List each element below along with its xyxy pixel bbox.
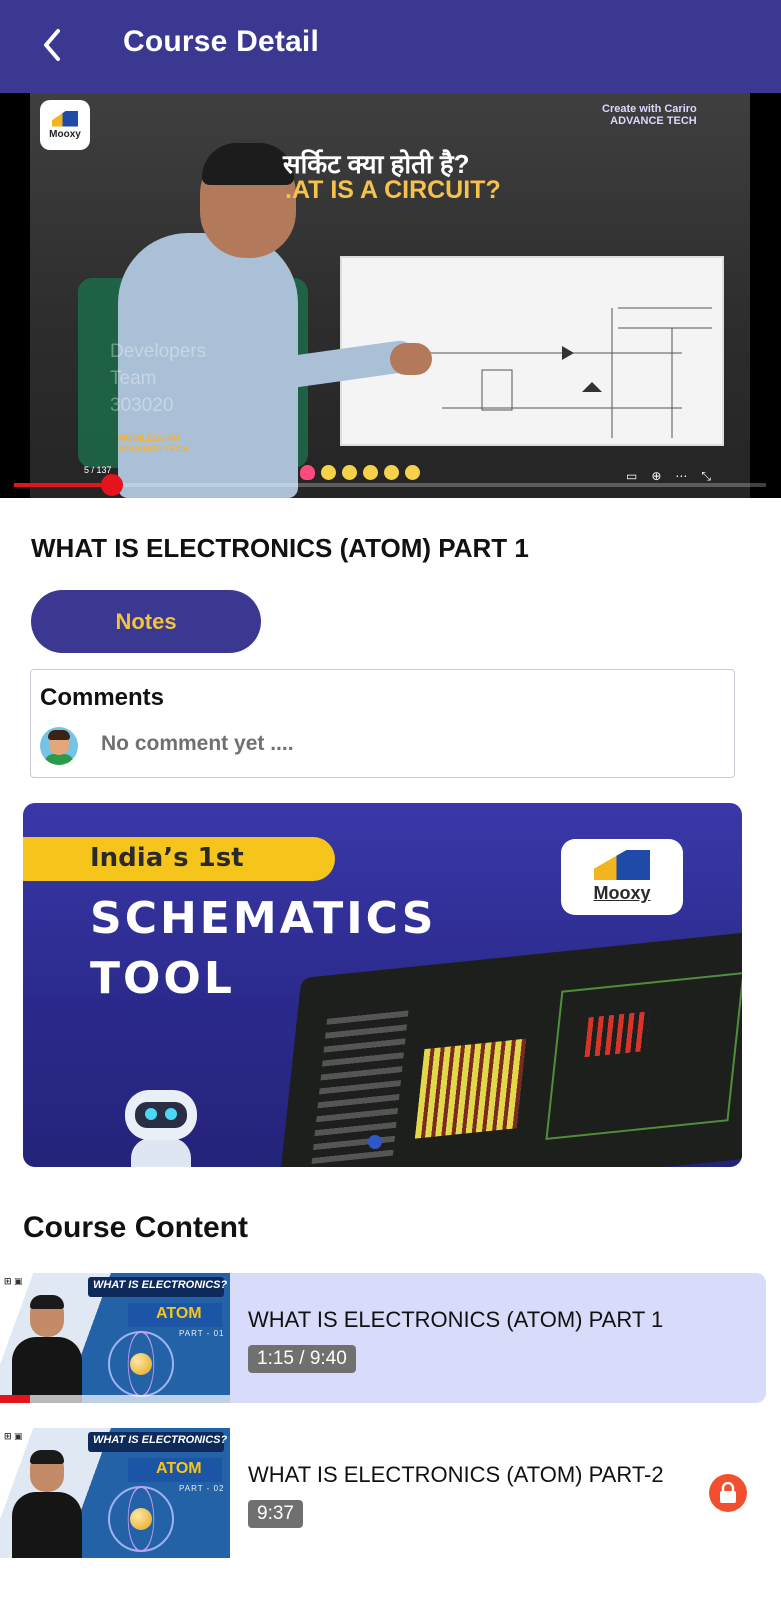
zoom-icon[interactable]: ⊕ <box>651 469 661 484</box>
brand-bottom-watermark: MOBILEGURU ADVANCE TECH <box>118 433 189 455</box>
comment-input-placeholder[interactable]: No comment yet .... <box>101 732 294 756</box>
laugh-reaction-icon[interactable] <box>405 465 420 480</box>
video-player[interactable]: सर्किट क्या होती है? .AT IS A CIRCUIT? M… <box>0 93 781 498</box>
watched-progress-bar <box>0 1395 30 1403</box>
captions-icon[interactable]: ▭ <box>626 469 637 484</box>
mooxy-badge-label: Mooxy <box>49 128 81 140</box>
mooxy-badge: Mooxy <box>40 100 90 150</box>
presenter-hand <box>390 343 432 375</box>
brand-top-watermark: Create with Cariro ADVANCE TECH <box>602 103 697 127</box>
clap-reaction-icon[interactable] <box>342 465 357 480</box>
course-content-title: Course Content <box>23 1211 248 1244</box>
app-header: Course Detail <box>0 0 781 93</box>
video-progress-fill <box>14 483 112 487</box>
banner-pill-text: India’s 1st <box>90 843 244 873</box>
brand-bottom-line2: ADVANCE TECH <box>118 444 189 454</box>
comments-title: Comments <box>40 684 165 711</box>
thumbnail-atom-label: ATOM <box>156 1460 202 1477</box>
lesson-thumbnail: ⊞ ▣ WHAT IS ELECTRONICS? ATOM PART - 02 <box>0 1428 230 1558</box>
thumbnail-heading: WHAT IS ELECTRONICS? <box>93 1434 228 1446</box>
banner-logo: Mooxy <box>561 839 683 915</box>
video-progress-knob[interactable] <box>101 474 123 496</box>
brand-bottom-line1: MOBILEGURU <box>118 433 180 443</box>
page-title: Course Detail <box>123 25 319 58</box>
thumbnail-part-label: PART - 01 <box>179 1329 225 1338</box>
thumbnail-logos-icon: ⊞ ▣ <box>4 1431 23 1441</box>
duration-badge: 9:37 <box>248 1500 303 1528</box>
player-controls: ▭ ⊕ ⋯ ⤡ <box>626 469 711 484</box>
thumbs-up-reaction-icon[interactable] <box>321 465 336 480</box>
mooxy-logo-icon <box>52 110 78 127</box>
lesson-thumbnail: ⊞ ▣ WHAT IS ELECTRONICS? ATOM PART - 01 <box>0 1273 230 1403</box>
instructor-image <box>12 1448 82 1558</box>
video-progress-track[interactable] <box>14 483 766 487</box>
carousel-indicator-dot[interactable] <box>368 1135 382 1149</box>
chevron-left-icon <box>44 29 60 61</box>
slide-counter: 5 / 137 <box>84 465 112 475</box>
duration-badge: 1:15 / 9:40 <box>248 1345 356 1373</box>
watermark-line2: Team <box>110 368 157 389</box>
presenter-hair <box>202 143 294 185</box>
thumbnail-atom-label: ATOM <box>156 1305 202 1322</box>
watermark-line1: Developers <box>110 341 207 362</box>
thumbnail-part-label: PART - 02 <box>179 1484 225 1493</box>
content-item-title: WHAT IS ELECTRONICS (ATOM) PART-2 <box>248 1462 664 1487</box>
developer-watermark: Developers Team 303020 <box>110 338 206 419</box>
fullscreen-icon[interactable]: ⤡ <box>701 469 711 484</box>
course-content-item[interactable]: ⊞ ▣ WHAT IS ELECTRONICS? ATOM PART - 02 … <box>0 1428 766 1558</box>
mooxy-logo-icon <box>594 850 650 880</box>
smile-reaction-icon[interactable] <box>363 465 378 480</box>
wow-reaction-icon[interactable] <box>384 465 399 480</box>
watermark-line3: 303020 <box>110 395 174 416</box>
reaction-row <box>300 465 420 480</box>
pcb-illustration <box>276 929 742 1167</box>
course-content-item[interactable]: ⊞ ▣ WHAT IS ELECTRONICS? ATOM PART - 01 … <box>0 1273 766 1403</box>
avatar-icon <box>40 727 78 765</box>
heart-reaction-icon[interactable] <box>300 465 315 480</box>
thumbnail-logos-icon: ⊞ ▣ <box>4 1276 23 1286</box>
back-button[interactable] <box>30 22 76 68</box>
video-english-caption: .AT IS A CIRCUIT? <box>285 176 501 204</box>
thumbnail-heading: WHAT IS ELECTRONICS? <box>93 1279 228 1291</box>
promo-banner[interactable]: India’s 1st SCHEMATICS TOOL Mooxy <box>23 803 742 1167</box>
banner-logo-text: Mooxy <box>593 883 651 903</box>
lock-icon[interactable] <box>709 1474 747 1512</box>
instructor-image <box>12 1293 82 1403</box>
banner-title-line1: SCHEMATICS <box>90 893 437 944</box>
more-icon[interactable]: ⋯ <box>675 469 687 484</box>
brand-top-line2: ADVANCE TECH <box>610 115 697 127</box>
content-item-title: WHAT IS ELECTRONICS (ATOM) PART 1 <box>248 1307 664 1332</box>
brand-top-line1: Create with Cariro <box>602 103 697 115</box>
comments-box: Comments No comment yet .... <box>30 669 735 778</box>
robot-illustration <box>101 1086 221 1167</box>
notes-button[interactable]: Notes <box>31 590 261 653</box>
lesson-title: WHAT IS ELECTRONICS (ATOM) PART 1 <box>31 533 529 563</box>
banner-title-line2: TOOL <box>90 953 235 1004</box>
